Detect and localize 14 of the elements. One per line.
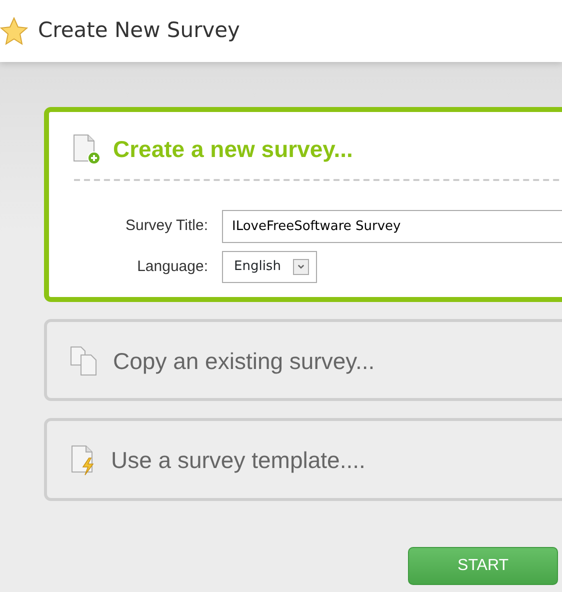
document-add-icon xyxy=(71,133,101,166)
option-title: Create a new survey... xyxy=(113,135,353,164)
window-title: Create New Survey xyxy=(38,17,240,44)
option-panel[interactable]: Copy an existing survey... xyxy=(44,318,562,401)
language-dropdown[interactable]: English xyxy=(222,251,317,282)
field-label: Survey Title: xyxy=(124,216,208,236)
option-panel[interactable]: Use a survey template.... xyxy=(44,418,562,500)
title-input[interactable]: ILoveFreeSoftware Survey xyxy=(222,210,562,243)
option-title: Use a survey template.... xyxy=(111,446,366,475)
option-panel[interactable]: Create a new survey... Survey Title: ILoveFreeSoftware Survey Language: English xyxy=(44,107,562,302)
option-title: Copy an existing survey... xyxy=(113,346,375,376)
star-icon xyxy=(0,17,28,45)
caret-icon xyxy=(292,258,309,275)
field-label: Language: xyxy=(136,256,208,276)
